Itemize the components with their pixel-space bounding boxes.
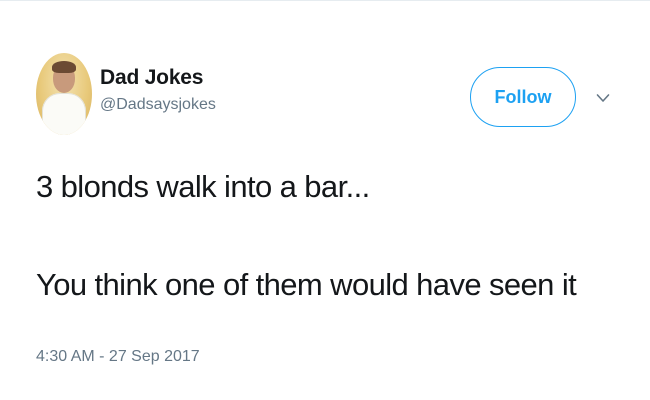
author-display-name[interactable]: Dad Jokes bbox=[100, 65, 216, 91]
author-info: Dad Jokes @Dadsaysjokes bbox=[100, 65, 216, 115]
tweet-timestamp[interactable]: 4:30 AM - 27 Sep 2017 bbox=[36, 347, 200, 367]
more-options-button[interactable] bbox=[592, 87, 614, 109]
tweet-header: Dad Jokes @Dadsaysjokes Follow bbox=[36, 51, 636, 141]
tweet-text: 3 blonds walk into a bar... You think on… bbox=[36, 167, 626, 305]
tweet: Dad Jokes @Dadsaysjokes Follow 3 blonds … bbox=[36, 51, 636, 365]
follow-button[interactable]: Follow bbox=[470, 67, 576, 127]
author-handle[interactable]: @Dadsaysjokes bbox=[100, 95, 216, 115]
avatar[interactable] bbox=[36, 53, 92, 135]
tweet-line-2: You think one of them would have seen it bbox=[36, 267, 577, 302]
avatar-shirt bbox=[42, 93, 86, 135]
tweet-line-1: 3 blonds walk into a bar... bbox=[36, 169, 370, 204]
avatar-hair bbox=[52, 61, 76, 73]
chevron-down-icon bbox=[596, 94, 610, 102]
tweet-card: Dad Jokes @Dadsaysjokes Follow 3 blonds … bbox=[0, 0, 650, 400]
